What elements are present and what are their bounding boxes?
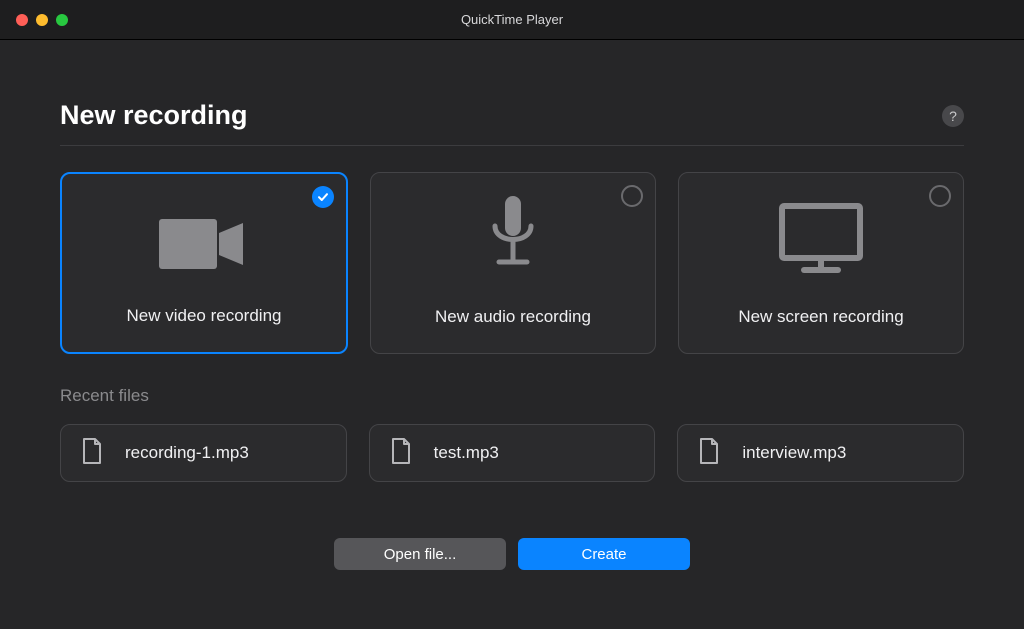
file-icon — [390, 437, 412, 470]
option-row: New video recording New audio recording — [60, 172, 964, 354]
content: New recording ? New video recording — [0, 40, 1024, 570]
monitor-icon — [776, 202, 866, 279]
recent-file-name: interview.mp3 — [742, 443, 846, 463]
option-label: New video recording — [127, 306, 282, 326]
page-title: New recording — [60, 100, 248, 131]
header-row: New recording ? — [60, 100, 964, 146]
traffic-lights — [0, 14, 68, 26]
unselected-indicator-icon — [621, 185, 643, 207]
recent-file-name: test.mp3 — [434, 443, 499, 463]
create-button[interactable]: Create — [518, 538, 690, 570]
selected-indicator-icon — [312, 186, 334, 208]
option-label: New screen recording — [738, 307, 903, 327]
footer-buttons: Open file... Create — [60, 538, 964, 570]
video-camera-icon — [159, 215, 249, 278]
file-icon — [698, 437, 720, 470]
close-icon[interactable] — [16, 14, 28, 26]
microphone-icon — [483, 194, 543, 279]
recent-files-label: Recent files — [60, 386, 964, 406]
recent-file-item[interactable]: test.mp3 — [369, 424, 656, 482]
window-title: QuickTime Player — [461, 12, 563, 27]
recent-file-item[interactable]: interview.mp3 — [677, 424, 964, 482]
recent-file-name: recording-1.mp3 — [125, 443, 249, 463]
recent-file-item[interactable]: recording-1.mp3 — [60, 424, 347, 482]
option-video-recording[interactable]: New video recording — [60, 172, 348, 354]
help-button[interactable]: ? — [942, 105, 964, 127]
maximize-icon[interactable] — [56, 14, 68, 26]
titlebar: QuickTime Player — [0, 0, 1024, 40]
minimize-icon[interactable] — [36, 14, 48, 26]
option-audio-recording[interactable]: New audio recording — [370, 172, 656, 354]
unselected-indicator-icon — [929, 185, 951, 207]
file-icon — [81, 437, 103, 470]
recent-files-row: recording-1.mp3 test.mp3 interview.mp3 — [60, 424, 964, 482]
option-label: New audio recording — [435, 307, 591, 327]
open-file-button[interactable]: Open file... — [334, 538, 506, 570]
option-screen-recording[interactable]: New screen recording — [678, 172, 964, 354]
